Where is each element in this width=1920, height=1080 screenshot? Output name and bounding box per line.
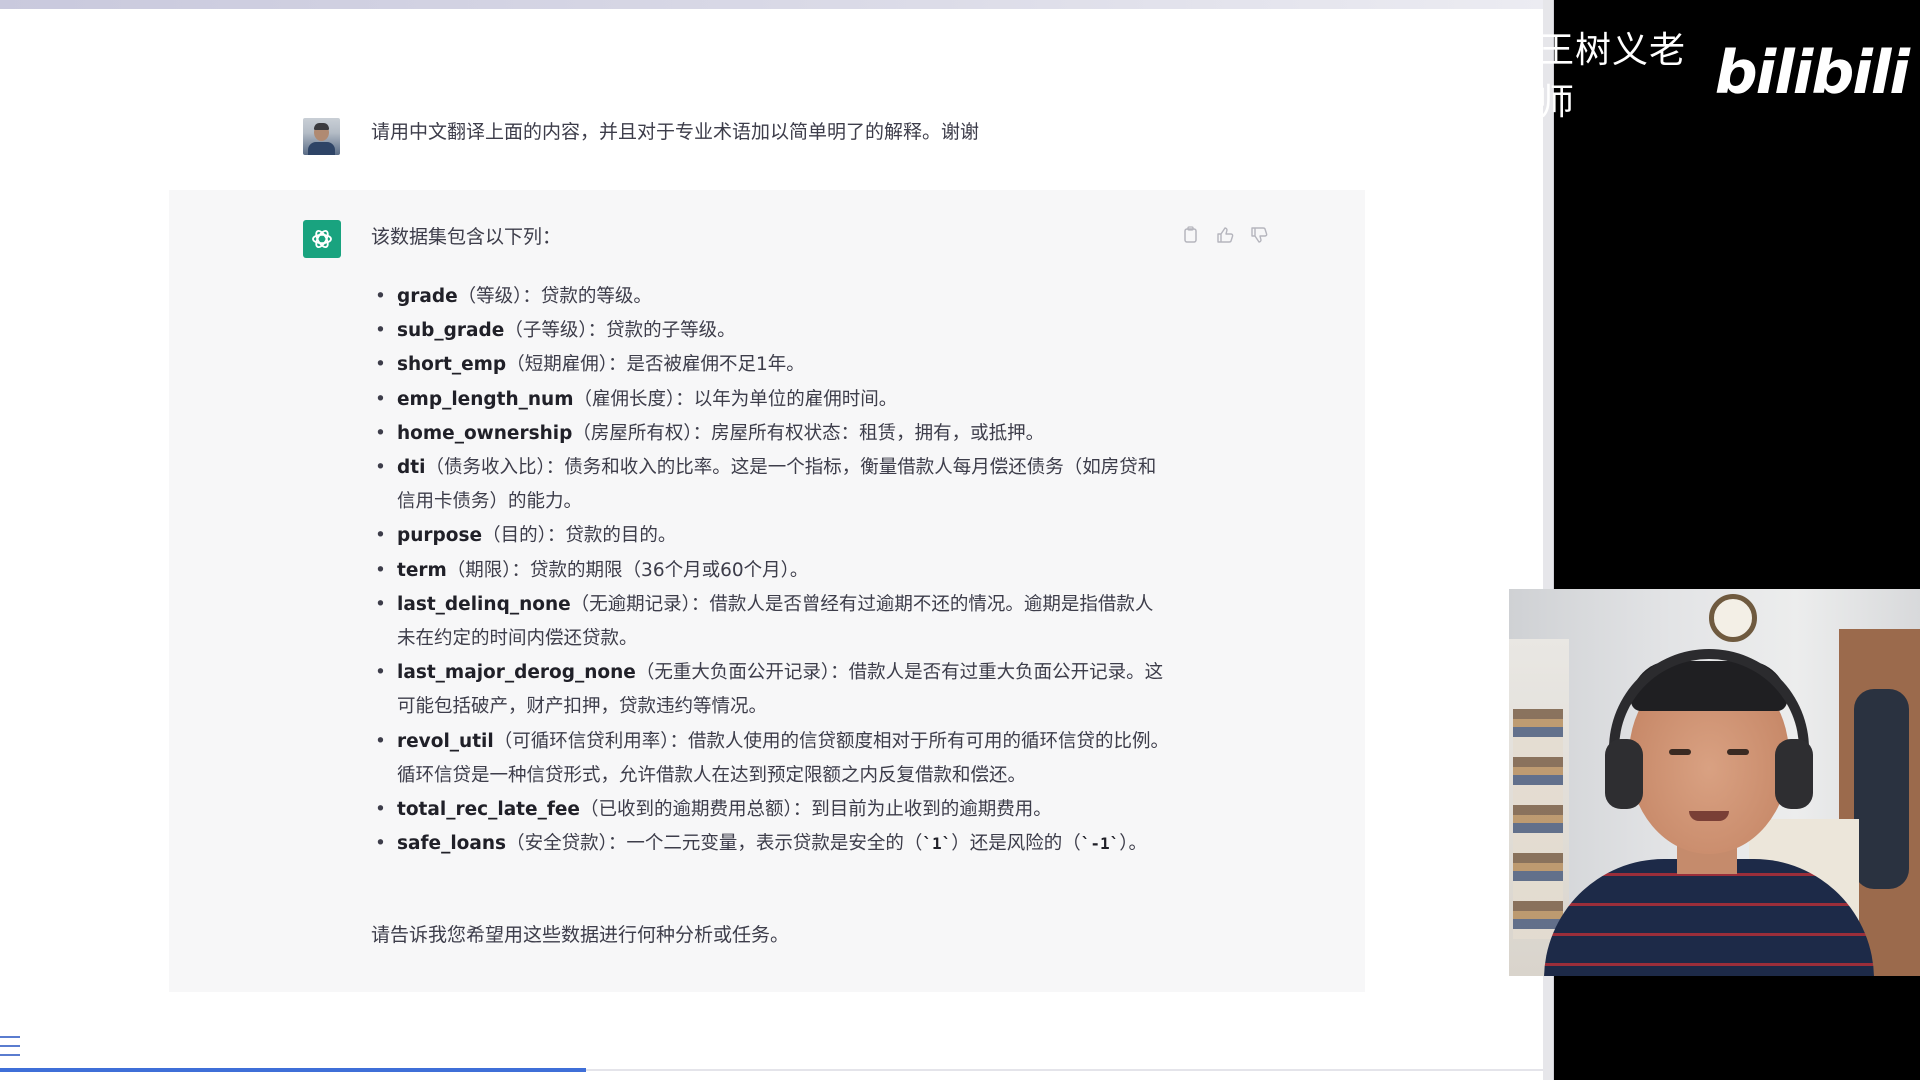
column-description: （等级）：贷款的等级。 (457, 286, 652, 307)
assistant-intro-text: 该数据集包含以下列： (371, 226, 562, 248)
chatgpt-logo-icon (303, 220, 341, 258)
column-description: ）。 (1119, 833, 1148, 855)
column-description: （安全贷款）：一个二元变量，表示贷款是安全的（ (506, 833, 923, 855)
column-term: last_delinq_none (397, 593, 571, 615)
user-message-text: 请用中文翻译上面的内容，并且对于专业术语加以简单明了的解释。谢谢 (371, 121, 980, 143)
inline-code: `1` (922, 834, 952, 854)
column-item: safe_loans（安全贷款）：一个二元变量，表示贷款是安全的（`1`）还是风… (371, 827, 1171, 861)
column-term: safe_loans (397, 833, 507, 855)
column-term: short_emp (397, 354, 507, 376)
assistant-outro-text: 请告诉我您希望用这些数据进行何种分析或任务。 (371, 924, 790, 946)
column-term: total_rec_late_fee (397, 799, 580, 821)
webcam-overlay (1509, 589, 1920, 976)
column-term: purpose (397, 525, 483, 547)
column-item: short_emp（短期雇佣）：是否被雇佣不足1年。 (371, 348, 1171, 382)
video-watermark: 王树义老师 bilibili (1538, 28, 1910, 123)
column-description: （子等级）：贷款的子等级。 (504, 320, 736, 342)
column-description: （债务收入比）：债务和收入的比率。这是一个指标，衡量借款人每月偿还债务（如房贷和… (397, 457, 1157, 513)
column-item: last_delinq_none（无逾期记录）：借款人是否曾经有过逾期不还的情况… (371, 588, 1171, 656)
column-description: （房屋所有权）：房屋所有权状态：租赁，拥有，或抵押。 (572, 422, 1045, 444)
column-term: sub_grade (397, 320, 505, 342)
column-description: （雇佣长度）：以年为单位的雇佣时间。 (573, 388, 898, 410)
wall-clock-icon (1709, 594, 1757, 642)
column-item: term（期限）：贷款的期限（36个月或60个月）。 (371, 554, 1171, 588)
user-avatar (303, 118, 340, 155)
message-actions (1180, 224, 1270, 250)
column-item: emp_length_num（雇佣长度）：以年为单位的雇佣时间。 (371, 383, 1171, 417)
column-term: emp_length_num (397, 388, 574, 410)
column-item: dti（债务收入比）：债务和收入的比率。这是一个指标，衡量借款人每月偿还债务（如… (371, 451, 1171, 519)
column-description: ）还是风险的（ (951, 833, 1081, 855)
column-item: sub_grade（子等级）：贷款的子等级。 (371, 314, 1171, 348)
column-term: term (397, 559, 447, 581)
column-list: grade（等级）：贷款的等级。sub_grade（子等级）：贷款的子等级。sh… (371, 280, 1171, 862)
column-item: revol_util（可循环信贷利用率）：借款人使用的信贷额度相对于所有可用的循… (371, 725, 1171, 793)
scroll-progress-bar (0, 1068, 586, 1072)
column-description: （已收到的逾期费用总额）：到目前为止收到的逾期费用。 (579, 799, 1052, 821)
column-item: last_major_derog_none（无重大负面公开记录）：借款人是否有过… (371, 656, 1171, 724)
thumbs-down-icon[interactable] (1248, 224, 1270, 246)
watermark-creator: 王树义老师 (1538, 30, 1687, 123)
bilibili-logo: bilibili (1714, 38, 1910, 108)
column-term: revol_util (397, 730, 494, 752)
column-description: （目的）：贷款的目的。 (482, 525, 677, 547)
column-term: home_ownership (397, 422, 573, 444)
inline-code: `-1` (1080, 834, 1120, 854)
column-term: dti (397, 457, 426, 479)
column-term: grade (397, 286, 458, 307)
column-description: （短期雇佣）：是否被雇佣不足1年。 (506, 354, 805, 376)
column-item: grade（等级）：贷款的等级。 (371, 280, 1171, 314)
column-item: home_ownership（房屋所有权）：房屋所有权状态：租赁，拥有，或抵押。 (371, 417, 1171, 451)
column-item: total_rec_late_fee（已收到的逾期费用总额）：到目前为止收到的逾… (371, 793, 1171, 827)
column-description: （期限）：贷款的期限（36个月或60个月）。 (446, 559, 809, 581)
column-description: （可循环信贷利用率）：借款人使用的信贷额度相对于所有可用的循环信贷的比例。循环信… (397, 730, 1169, 786)
chat-window: 请用中文翻译上面的内容，并且对于专业术语加以简单明了的解释。谢谢 该数据集包含以… (0, 0, 1554, 1080)
scroll-track (586, 1069, 1543, 1071)
column-term: last_major_derog_none (397, 662, 636, 684)
sidebar-menu-icon[interactable] (0, 1036, 22, 1056)
conversation: 请用中文翻译上面的内容，并且对于专业术语加以简单明了的解释。谢谢 该数据集包含以… (0, 0, 1540, 1080)
copy-icon[interactable] (1180, 224, 1202, 246)
column-item: purpose（目的）：贷款的目的。 (371, 519, 1171, 553)
thumbs-up-icon[interactable] (1214, 224, 1236, 246)
